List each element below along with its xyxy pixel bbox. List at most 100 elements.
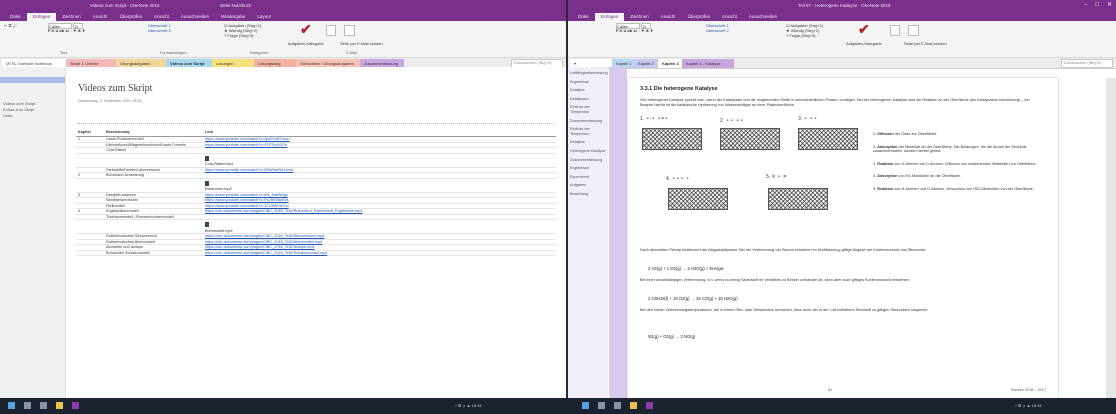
find-tags-icon[interactable] [890, 25, 900, 36]
onenote-icon[interactable] [72, 402, 79, 409]
table-row[interactable]: Bohrmodell.mp4 [76, 219, 556, 234]
task-view-icon[interactable] [614, 402, 621, 409]
onenote-window-left: Videos zum Script - OneNote 2016 Seite N… [0, 0, 568, 398]
ribbon-tab[interactable]: Ansicht [655, 13, 682, 21]
todo-check-icon[interactable]: ✔ [300, 21, 312, 38]
table-row[interactable]: Elektronen.mp4 [76, 178, 556, 193]
page-list-item[interactable]: Katalyse [568, 88, 608, 93]
page-list-item[interactable]: Experiment [568, 175, 608, 180]
ribbon-tab[interactable]: Ansicht [148, 13, 175, 21]
page-list-item[interactable]: Einfluss der Temperatur [568, 105, 608, 114]
video-file-icon[interactable] [205, 155, 209, 161]
todo-check-icon[interactable]: ✔ [858, 21, 870, 38]
page-canvas[interactable]: Videos zum Skript Donnerstag, 2. Dezembe… [66, 67, 566, 398]
email-page-label: Seite per E-Mail senden [340, 41, 383, 46]
cell-attachment[interactable]: Bohrmodell.mp4 [203, 219, 556, 234]
page-list: Videos zum Skript Extras zum Skript Link… [0, 67, 66, 398]
maximize-icon[interactable]: □ [1095, 0, 1099, 11]
title-bar: Videos zum Script - OneNote 2016 Seite N… [0, 0, 566, 11]
section-tab[interactable]: Kapitel 4 - Katalyse [682, 59, 734, 68]
page-title[interactable]: Videos zum Skript [78, 83, 152, 94]
cell-attachment[interactable]: Cola-Rätsel.mp4 [203, 153, 556, 168]
cell-bezeichnung: Bohrsches Schalenmodell [104, 250, 203, 256]
page-list: Leitfähigkeitsmessung Ergebnisse Katalyse K… [568, 67, 608, 398]
ribbon-tab[interactable]: Ausschneiden [743, 13, 783, 21]
table-row[interactable]: Cola-Rätsel.mp4 [76, 153, 556, 168]
page-list-item[interactable]: Katalyse [568, 140, 608, 145]
paste-button[interactable]: ✂ ⧉ 🖌 [4, 23, 46, 28]
table-row[interactable]: Bohrsches Schalenmodell https://cdn.dokum… [76, 250, 556, 256]
page-list-item[interactable]: Bewertung [568, 192, 608, 197]
find-tags-icon[interactable] [326, 25, 336, 36]
ribbon-tab[interactable]: Wiedergabe [215, 13, 251, 21]
tags-group: ☑ Aufgaben (Strg+1) ★ Wichtig (Strg+2) ?… [786, 23, 823, 38]
tag-question[interactable]: ? Frage (Strg+3) [786, 33, 823, 38]
format-buttons[interactable]: F K U ab x₂ · ▼ A ▼ [616, 28, 654, 33]
ribbon-tab[interactable]: Einfügen [594, 13, 625, 21]
step-term: Adsorption [877, 144, 898, 149]
step-item: 5. Reaktion von H-Atomen und O-Atomen. D… [873, 187, 1048, 192]
tag-question[interactable]: ? Frage (Strg+3) [224, 33, 261, 38]
minimize-icon[interactable]: – [1084, 0, 1087, 11]
ribbon-tab[interactable]: Ausschneiden [175, 13, 215, 21]
ribbon-tab[interactable]: Ansicht [716, 13, 743, 21]
ribbon-tab[interactable]: Zeichnen [624, 13, 655, 21]
task-view-icon[interactable] [40, 402, 47, 409]
page-list-item[interactable]: Zusammenfassung [568, 119, 608, 124]
step-text: von H2-Molekülen an die Oberfläche. [897, 174, 962, 178]
cell-attachment[interactable]: Elektronen.mp4 [203, 178, 556, 193]
cell-link[interactable]: https://cdn.dokumente.zum/pages/CIBC_201… [203, 250, 556, 256]
ribbon-tab[interactable]: Datei [572, 13, 595, 21]
page-list-item[interactable]: Zusammenfassung [568, 158, 608, 163]
page-list-item[interactable]: Leitfähigkeitsmessung [568, 71, 608, 76]
page-list-item[interactable] [0, 77, 65, 83]
file-explorer-icon[interactable] [630, 402, 637, 409]
cell-bezeichnung [104, 153, 203, 168]
catalyst-surface-2 [720, 128, 780, 150]
section-heading: 3.3.1 Die heterogene Katalyse [640, 86, 718, 92]
paragraph: Bei einer unvollständigen Verbrennung, d… [640, 278, 910, 282]
system-tray[interactable]: ^ ⊞ ♫ ▲ 15:31 [455, 403, 482, 408]
style-heading2[interactable]: Überschrift 2 [706, 28, 729, 33]
catalyst-surface-3 [798, 128, 858, 150]
system-tray[interactable]: ^ ⊞ ♫ ▲ 15:31 [1015, 403, 1042, 408]
email-page-icon[interactable] [344, 25, 355, 36]
styles-group-label: Formatvorlagen [160, 51, 187, 55]
ribbon-tab[interactable]: Layout [251, 13, 277, 21]
document-page[interactable]: 3.3.1 Die heterogene Katalyse Von hetero… [628, 78, 1058, 398]
video-file-icon[interactable] [205, 222, 209, 227]
ribbon-tab[interactable]: Einfügen [26, 13, 57, 21]
taskbar: ^ ⊞ ♫ ▲ 15:31 ^ ⊞ ♫ ▲ 15:31 [0, 398, 1116, 414]
page-list-item[interactable]: Ergebnisse [568, 166, 608, 171]
video-file-icon[interactable] [205, 180, 209, 186]
page-list-item[interactable]: Videos zum Skript [0, 101, 65, 106]
ribbon-tab[interactable]: Zeichnen [56, 13, 87, 21]
format-buttons[interactable]: F K U ab x₂ · ▼ A ▼ [48, 28, 86, 33]
page-list-item[interactable]: Links [0, 113, 65, 118]
molecule-icon: 5. ✕ ⚬ ✕ [766, 174, 787, 180]
file-explorer-icon[interactable] [56, 402, 63, 409]
page-list-item[interactable]: Einfluss der Temperatur [568, 127, 608, 136]
videos-table[interactable]: Kapitel Bezeichnung Link 1 Lewis-Protonen… [76, 127, 556, 256]
page-list-item[interactable]: Ergebnisse [568, 80, 608, 85]
page-list-item[interactable]: Katalysator [568, 97, 608, 102]
windows-icon[interactable] [8, 402, 15, 409]
molecule-icon: 1. ⚬-⚬ ⚬=⚬ [640, 116, 669, 122]
onenote-icon[interactable] [646, 402, 653, 409]
page-list-item[interactable]: Extras zum Skript [0, 107, 65, 112]
windows-icon[interactable] [582, 402, 589, 409]
search-icon[interactable] [24, 402, 31, 409]
page-list-item[interactable]: Aufgaben [568, 183, 608, 188]
ribbon-tab[interactable]: Ansicht [87, 13, 114, 21]
style-heading2[interactable]: Überschrift 2 [148, 28, 171, 33]
close-icon[interactable]: ✕ [1107, 0, 1112, 11]
page-list-item[interactable]: Heterogene Katalyse [568, 149, 608, 154]
ribbon-tab[interactable]: Überprüfen [114, 13, 149, 21]
search-icon[interactable] [598, 402, 605, 409]
email-page-icon[interactable] [908, 25, 919, 36]
scrollbar[interactable] [1106, 78, 1116, 398]
search-input[interactable]: Durchsuchen (Strg+E) [1061, 59, 1113, 68]
ribbon-tab[interactable]: Überprüfen [682, 13, 717, 21]
ribbon-tab[interactable]: Datei [4, 13, 27, 21]
cell-bezeichnung [104, 178, 203, 193]
